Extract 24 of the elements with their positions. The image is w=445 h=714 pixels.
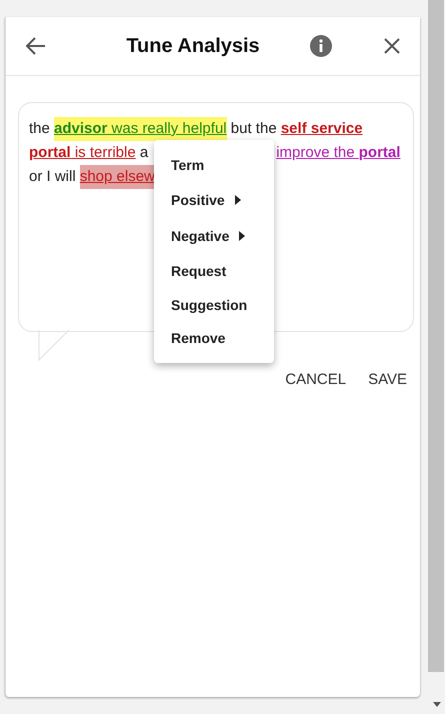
menu-item[interactable]: Suggestion (154, 288, 274, 322)
negative-phrase[interactable]: self service (280, 117, 363, 141)
request-phrase[interactable]: improve the portal (276, 141, 400, 165)
text-label: but the (230, 119, 278, 139)
menu-item[interactable]: Term (154, 148, 274, 182)
menu-item[interactable]: Remove (154, 321, 274, 355)
text-label: the (29, 119, 51, 139)
submenu-arrow-icon (234, 194, 241, 205)
action-button[interactable]: SAVE (368, 371, 407, 388)
positive-phrase[interactable]: advisor was really helpful (54, 117, 227, 141)
action-button[interactable]: CANCEL (285, 371, 346, 388)
text-label: or I will (29, 167, 77, 187)
info-icon[interactable] (310, 35, 332, 57)
scroll-down-icon[interactable] (433, 702, 441, 707)
menu-item[interactable]: Negative (154, 218, 274, 254)
back-button[interactable] (26, 37, 46, 55)
text-label: a (138, 143, 148, 163)
scrollbar-thumb[interactable] (428, 0, 444, 672)
window-title: Tune Analysis (125, 34, 261, 58)
menu-item[interactable]: Positive (154, 182, 274, 218)
menu-item[interactable]: Request (154, 254, 274, 288)
negative-phrase[interactable]: portal is terrible (29, 141, 136, 165)
submenu-arrow-icon (239, 231, 246, 242)
close-button[interactable] (384, 38, 400, 54)
